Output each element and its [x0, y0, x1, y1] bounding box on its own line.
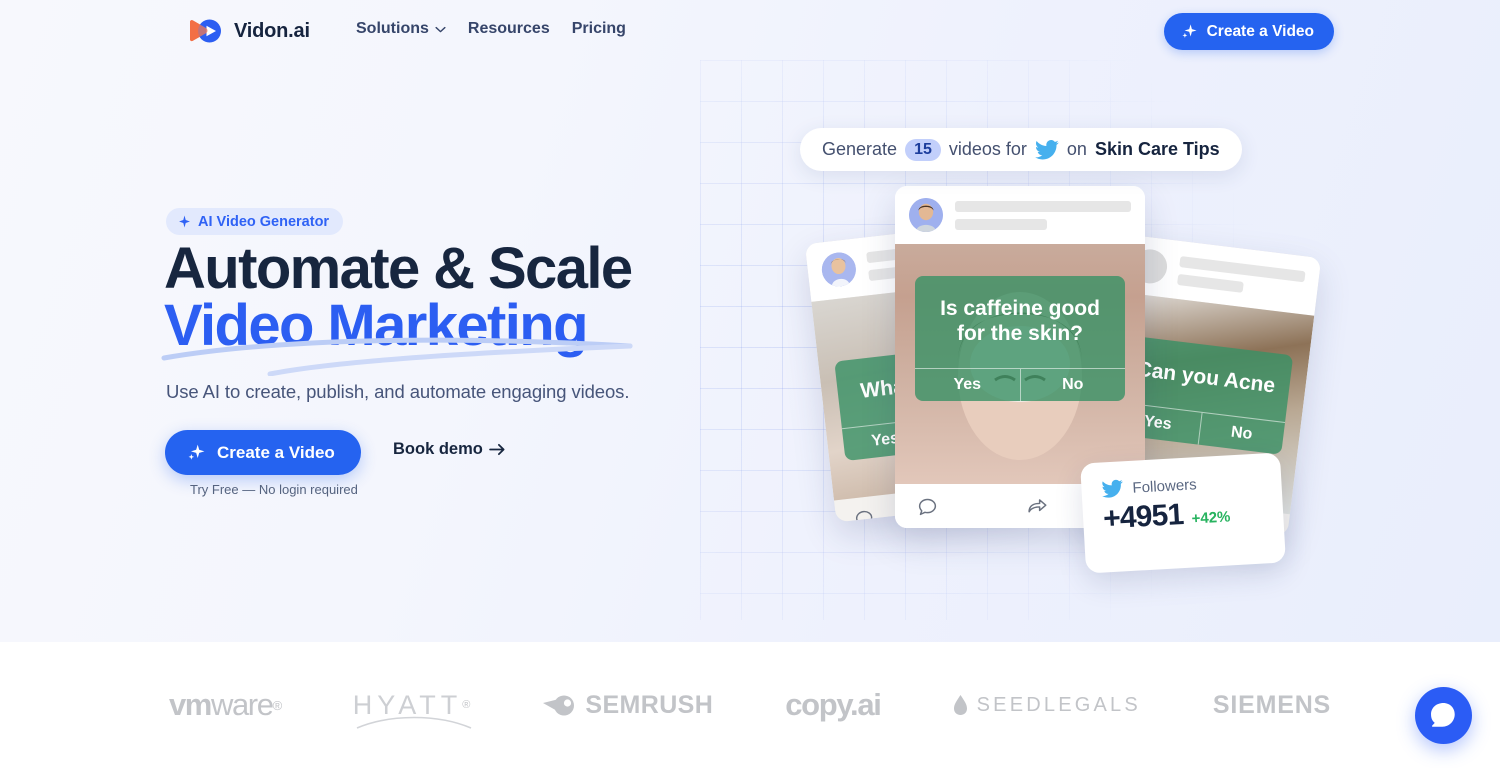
arrow-right-icon [489, 443, 505, 456]
main-nav: Solutions Resources Pricing [356, 20, 626, 38]
prompt-connector: on [1066, 139, 1087, 159]
poll-question: Is caffeine good for the skin? [940, 297, 1100, 345]
comment-icon[interactable] [917, 496, 938, 517]
sparkle-icon [188, 444, 205, 460]
nav-label-solutions: Solutions [356, 20, 429, 37]
hero-section: AI Video Generator Automate & Scale Vide… [0, 0, 1500, 642]
male-avatar [909, 198, 943, 232]
nav-label-pricing: Pricing [571, 20, 626, 37]
followers-stat-card: Followers +4951 +42% [1080, 452, 1286, 574]
logo-vmware: vmvmwareware® [168, 687, 282, 722]
logo-siemens: SIEMENS [1213, 691, 1331, 720]
customer-logo-strip: vmvmwareware® HYATT ® SEMRUSH copy.ai SE… [0, 642, 1500, 768]
book-demo-label: Book demo [393, 440, 483, 458]
placeholder-lines [1177, 255, 1306, 300]
book-demo-link[interactable]: Book demo [393, 440, 506, 459]
prompt-prefix: Generate [822, 139, 898, 159]
twitter-icon [1034, 139, 1059, 159]
badge-label: AI Video Generator [198, 213, 330, 230]
followers-label: Followers [1132, 475, 1198, 497]
logo-semrush: SEMRUSH [542, 691, 713, 720]
vidon-play-logo-icon [188, 16, 224, 46]
card-header [895, 186, 1145, 244]
logo-siemens-label: SIEMENS [1212, 690, 1332, 719]
poll-overlay: Is caffeine good for the skin? Yes No [915, 276, 1125, 401]
prompt-video-count: 15 [905, 138, 941, 161]
poll-options: Yes No [915, 368, 1125, 401]
generate-prompt-bar: Generate 15 videos for on Skin Care Tips [800, 128, 1242, 171]
prompt-topic: Skin Care Tips [1094, 139, 1220, 159]
chat-bubble-icon [1430, 702, 1455, 727]
logo-copy-ai: copy.ai [785, 687, 882, 723]
header-create-video-button[interactable]: Create a Video [1163, 13, 1334, 50]
title-line-1: Automate & Scale [164, 236, 633, 301]
placeholder-lines [955, 200, 1131, 230]
poll-option-yes[interactable]: Yes [915, 369, 1020, 401]
semrush-mark-icon [543, 695, 575, 715]
female-avatar [820, 250, 858, 289]
logo-semrush-label: SEMRUSH [585, 690, 714, 719]
logo-seedlegals: SEEDLEGALS [953, 694, 1141, 717]
placeholder-line [1177, 273, 1244, 293]
twitter-icon [1102, 479, 1123, 498]
placeholder-line [955, 218, 1047, 230]
share-icon[interactable] [1026, 496, 1048, 517]
placeholder-line [955, 200, 1131, 212]
logo-seedlegals-label: SEEDLEGALS [976, 693, 1141, 716]
brand-logo[interactable]: Vidon.ai [188, 16, 310, 46]
ai-video-generator-badge: AI Video Generator [166, 208, 344, 235]
logo-hyatt: HYATT ® [353, 690, 472, 729]
hero-subtitle: Use AI to create, publish, and automate … [166, 381, 630, 402]
followers-count: +4951 [1102, 498, 1185, 536]
site-header: Vidon.ai Solutions Resources Pricing Cre… [0, 0, 1500, 62]
nav-item-resources[interactable]: Resources [468, 20, 550, 38]
header-cta-label: Create a Video [1206, 22, 1314, 40]
card-media: Is caffeine good for the skin? Yes No [895, 244, 1145, 484]
followers-delta: +42% [1191, 508, 1231, 528]
nav-item-solutions[interactable]: Solutions [356, 20, 446, 38]
nav-label-resources: Resources [467, 20, 550, 37]
chevron-down-icon [435, 26, 446, 32]
followers-value-row: +4951 +42% [1102, 494, 1264, 537]
prompt-middle: videos for [948, 139, 1027, 159]
underline-swoosh [161, 337, 633, 376]
logo-copy-ai-label: copy.ai [785, 687, 882, 722]
hero-create-video-button[interactable]: Create a Video [165, 430, 361, 475]
brand-name: Vidon.ai [234, 19, 310, 42]
poll-option-no[interactable]: No [1019, 369, 1126, 401]
droplet-icon [953, 695, 967, 715]
hero-cta-label: Create a Video [217, 442, 335, 462]
sparkle-icon [1182, 24, 1197, 38]
sparkle-icon [179, 215, 190, 228]
nav-item-pricing[interactable]: Pricing [572, 20, 626, 38]
try-free-note: Try Free — No login required [190, 482, 358, 497]
chat-widget-button[interactable] [1415, 687, 1472, 744]
hyatt-swoosh-icon [356, 716, 472, 729]
